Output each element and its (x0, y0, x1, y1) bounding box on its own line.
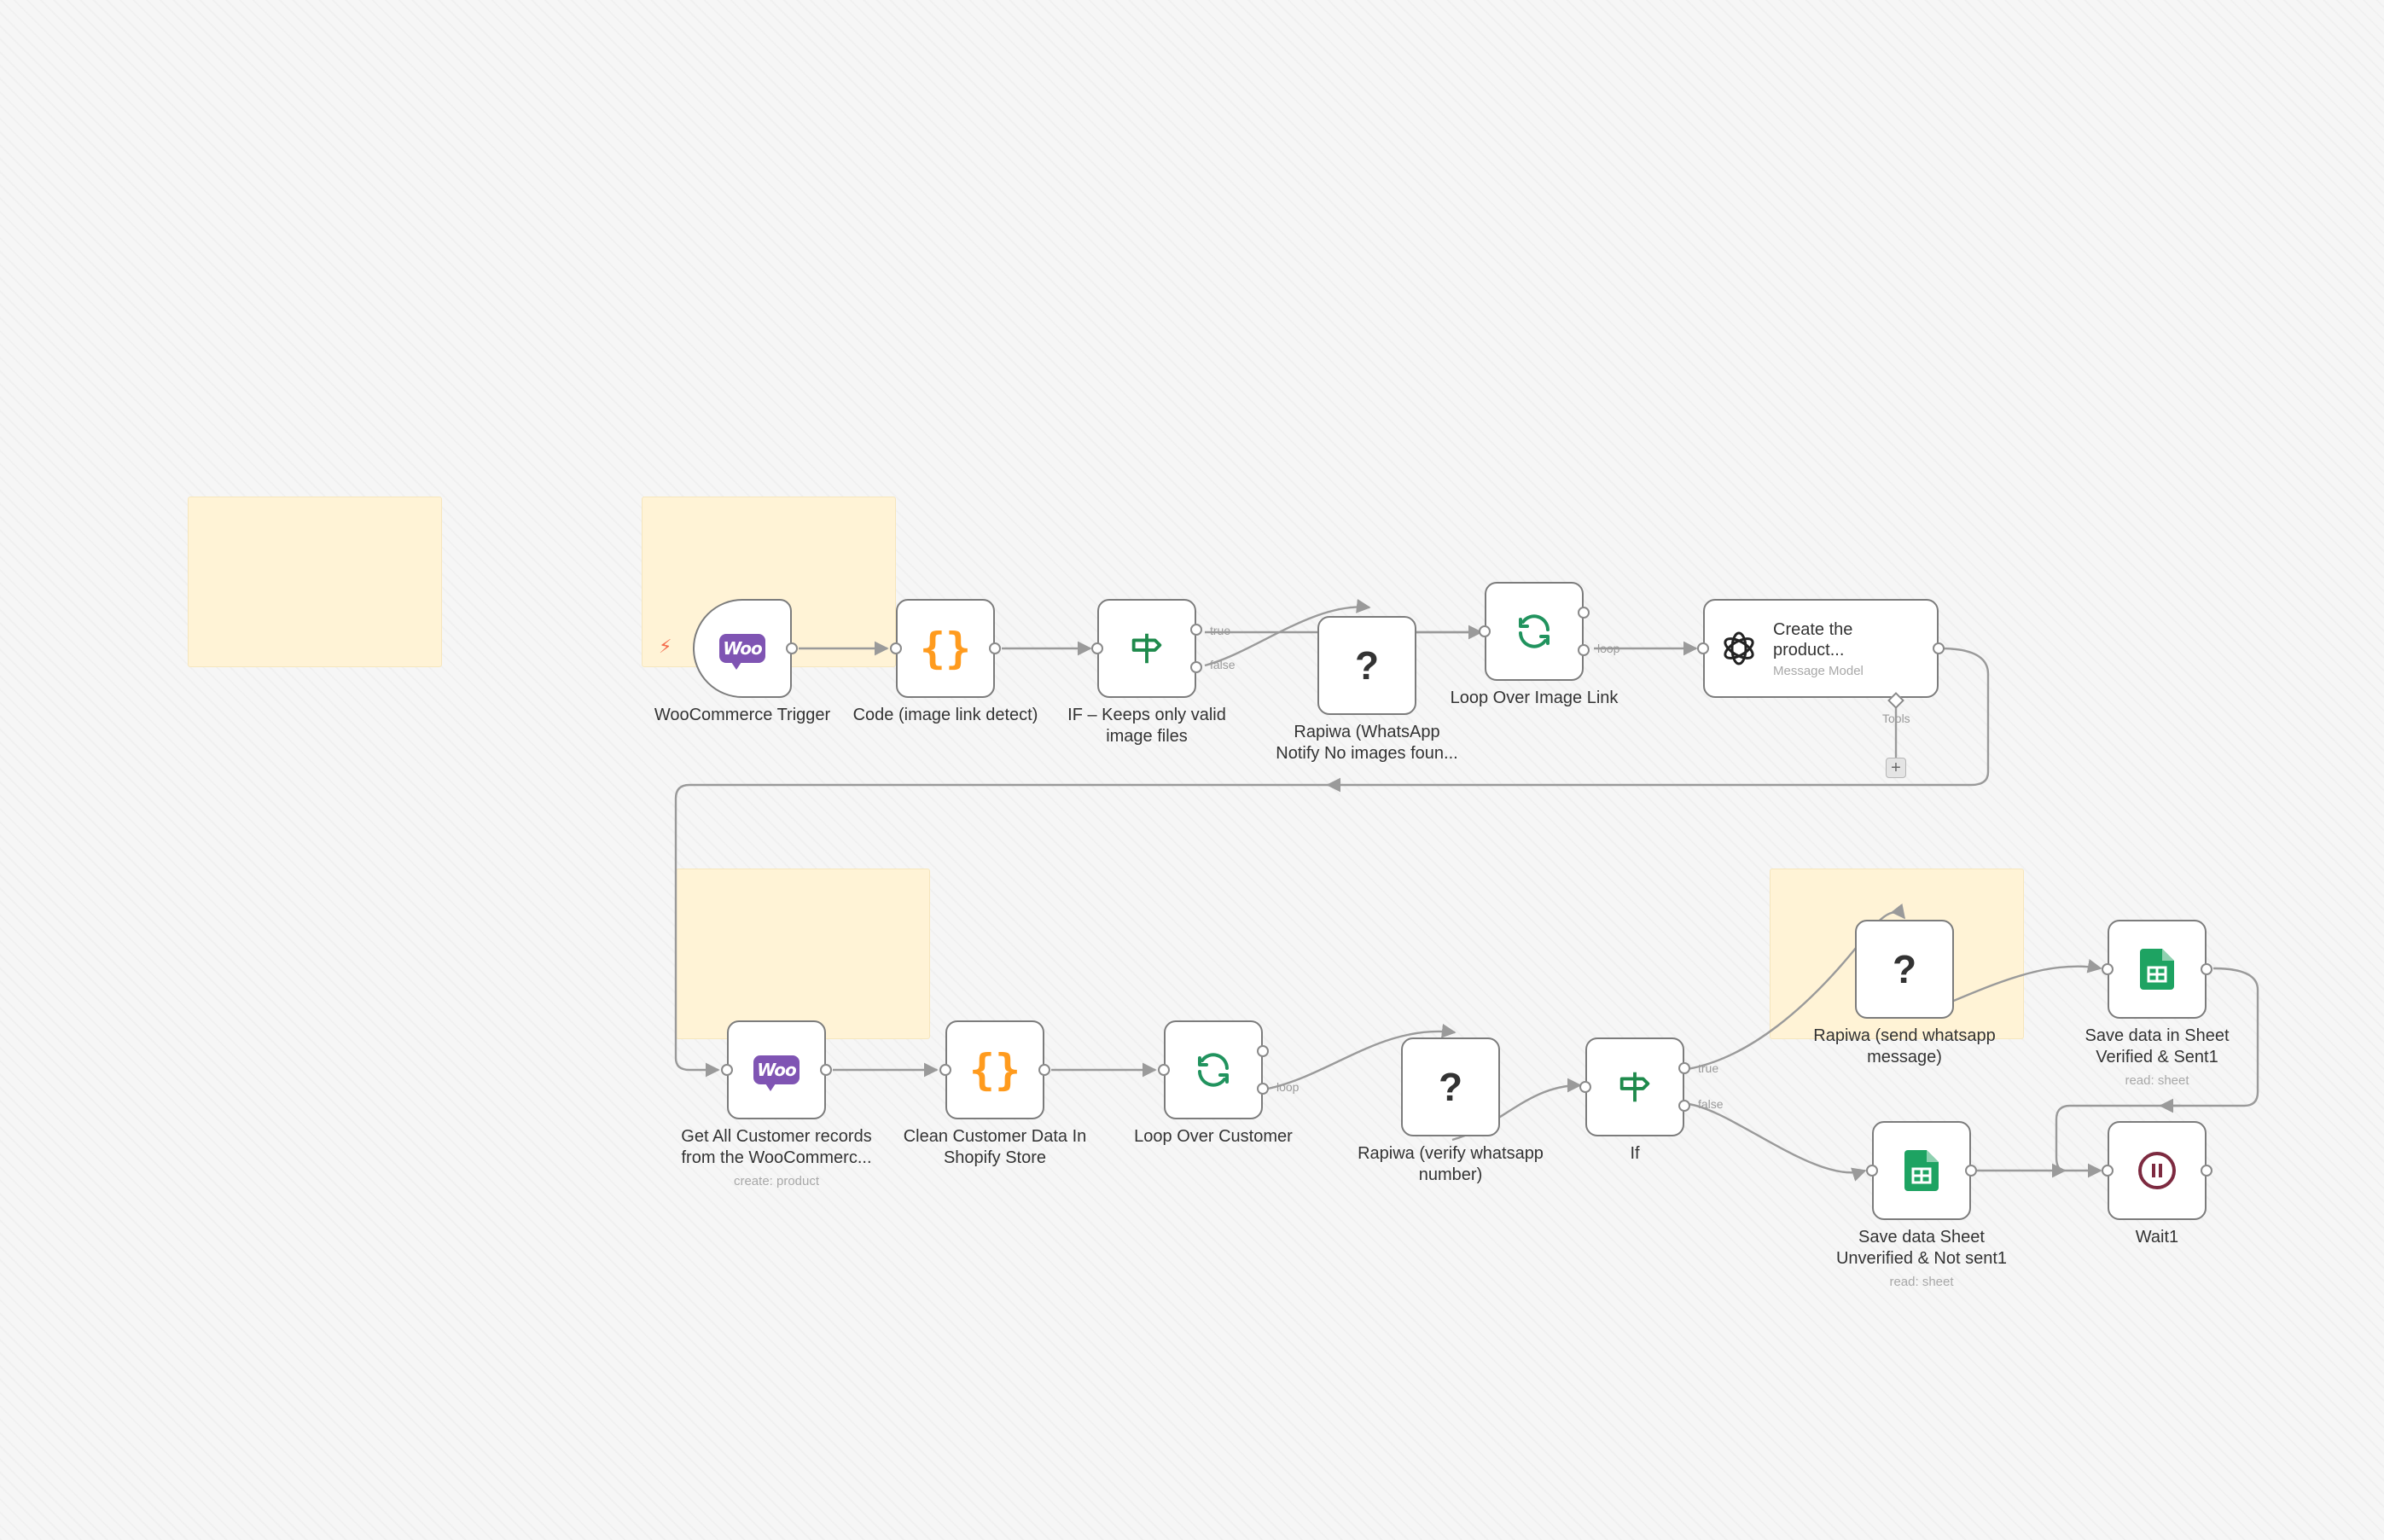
port-label-true: true (1210, 624, 1231, 637)
output-handle[interactable] (2201, 1165, 2212, 1177)
workflow-canvas[interactable]: ⚡ Woo WooCommerce Trigger {} Code (image… (0, 0, 2384, 1540)
question-icon: ? (1892, 947, 1917, 991)
node-sheet-verified[interactable] (2102, 920, 2212, 1019)
node-if[interactable] (1579, 1037, 1690, 1136)
input-handle[interactable] (1697, 642, 1709, 654)
output-handle-true[interactable] (1678, 1061, 1690, 1074)
node-subtitle: Message Model (1773, 663, 1864, 678)
output-handle-true[interactable] (1190, 623, 1202, 636)
input-handle[interactable] (1158, 1064, 1170, 1076)
input-handle[interactable] (1479, 625, 1491, 637)
output-handle[interactable] (1965, 1165, 1977, 1177)
code-braces-icon: {} (919, 624, 972, 673)
input-handle[interactable] (2102, 1165, 2114, 1177)
output-handle[interactable] (989, 642, 1001, 654)
node-rapiwa-send[interactable]: ? (1855, 920, 1954, 1019)
output-handle[interactable] (2201, 963, 2212, 975)
add-tool-button[interactable]: + (1886, 758, 1906, 778)
if-signpost-icon (1131, 633, 1162, 664)
output-handle[interactable] (1038, 1064, 1050, 1076)
google-sheets-icon (2140, 949, 2174, 990)
woocommerce-icon: Woo (753, 1055, 800, 1091)
node-subtitle: create: product (733, 1174, 820, 1188)
node-wait[interactable] (2102, 1121, 2212, 1220)
tools-label: Tools (1882, 712, 1910, 725)
node-label: Save data in Sheet Verified & Sent1 (2085, 1026, 2230, 1066)
node-loop-over-customer[interactable] (1158, 1020, 1269, 1119)
node-title: Create the (1773, 619, 1853, 639)
node-label: Rapiwa (WhatsApp Notify No images foun... (1276, 723, 1458, 763)
node-label: Get All Customer records from the WooComm… (681, 1127, 872, 1167)
loop-icon (1519, 614, 1550, 648)
node-label: Loop Over Image Link (1450, 689, 1619, 707)
node-loop-over-image-link[interactable] (1479, 582, 1590, 681)
node-label: Rapiwa (send whatsapp message) (1813, 1026, 1996, 1066)
node-code-image-link-detect[interactable]: {} (890, 599, 1001, 698)
input-handle[interactable] (890, 642, 902, 654)
woocommerce-icon: Woo (719, 634, 765, 670)
node-rapiwa-notify[interactable]: ? (1317, 616, 1416, 715)
node-subtitle: read: sheet (2125, 1073, 2189, 1088)
google-sheets-icon (1904, 1150, 1939, 1191)
output-handle-done[interactable] (1257, 1044, 1269, 1057)
port-label-false: false (1210, 658, 1236, 671)
node-title: product... (1773, 640, 1845, 660)
input-handle[interactable] (1579, 1081, 1591, 1093)
input-handle[interactable] (721, 1064, 733, 1076)
output-handle[interactable] (820, 1064, 832, 1076)
node-if-valid-image[interactable] (1091, 599, 1202, 698)
node-label: Code (image link detect) (852, 706, 1038, 724)
node-clean-customer-data[interactable]: {} (939, 1020, 1050, 1119)
input-handle[interactable] (1091, 642, 1103, 654)
input-handle[interactable] (1866, 1165, 1878, 1177)
node-label: Save data Sheet Unverified & Not sent1 (1835, 1228, 2008, 1268)
pause-icon (2138, 1152, 2176, 1189)
output-handle[interactable] (786, 642, 798, 654)
node-rapiwa-verify[interactable]: ? (1401, 1037, 1500, 1136)
code-braces-icon: {} (968, 1045, 1021, 1095)
port-label-true: true (1698, 1061, 1719, 1075)
node-label: If (1630, 1144, 1640, 1163)
question-icon: ? (1438, 1065, 1463, 1109)
output-handle[interactable] (1933, 642, 1945, 654)
loop-icon (1198, 1053, 1229, 1087)
node-openai-create-product[interactable]: Create the product... Message Model (1697, 599, 1945, 698)
port-label-loop: loop (1597, 642, 1620, 655)
node-label: IF – Keeps only valid image files (1067, 706, 1226, 746)
node-get-all-customers[interactable]: Woo (721, 1020, 832, 1119)
node-woocommerce-trigger[interactable]: Woo (693, 599, 798, 698)
port-label-loop: loop (1276, 1080, 1300, 1094)
node-sheet-unverified[interactable] (1866, 1121, 1977, 1220)
port-label-false: false (1698, 1097, 1724, 1111)
node-subtitle: read: sheet (1889, 1275, 1954, 1289)
output-handle-done[interactable] (1578, 606, 1590, 619)
openai-icon (1724, 631, 1754, 665)
node-label: WooCommerce Trigger (654, 706, 831, 724)
question-icon: ? (1354, 643, 1380, 688)
connections-layer (674, 599, 2259, 1182)
node-label: Loop Over Customer (1134, 1127, 1293, 1146)
node-label: Clean Customer Data In Shopify Store (903, 1127, 1087, 1167)
input-handle[interactable] (939, 1064, 951, 1076)
node-label: Wait1 (2135, 1228, 2179, 1247)
input-handle[interactable] (2102, 963, 2114, 975)
if-signpost-icon (1619, 1072, 1650, 1102)
trigger-bolt-icon: ⚡ (659, 636, 672, 657)
